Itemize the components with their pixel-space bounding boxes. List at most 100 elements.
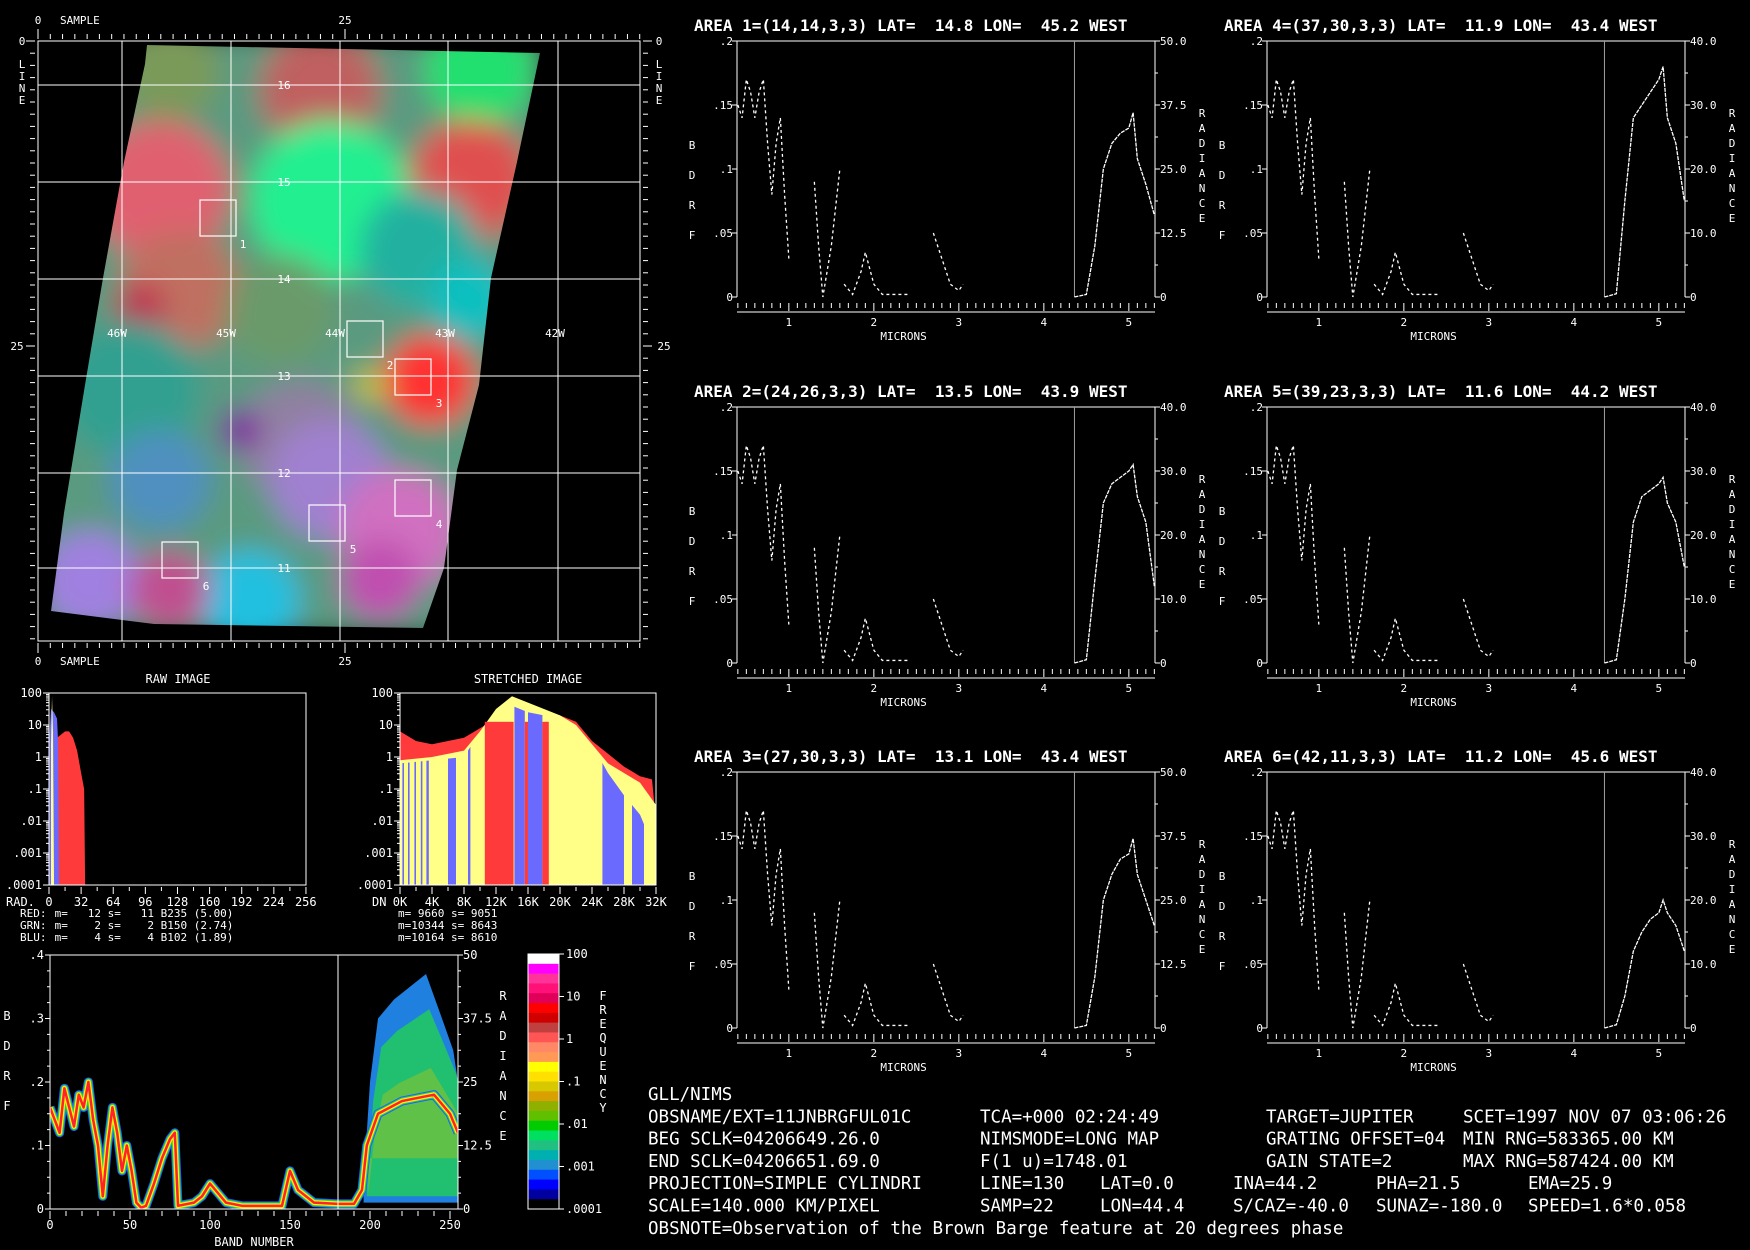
micron-tick-label: 3 — [1486, 682, 1493, 695]
micron-tick-label: 1 — [786, 316, 793, 329]
bdrf-spectrum — [843, 252, 908, 296]
micron-tick-label: 2 — [1401, 1047, 1408, 1060]
radiance-axis-letter: I — [1729, 152, 1736, 165]
radiance-axis-letter: A — [1729, 853, 1736, 866]
y2-axis-letter: C — [499, 1109, 506, 1123]
radiance-axis-letter: N — [1729, 182, 1736, 195]
panel-title: AREA 6=(42,11,3,3) LAT= 11.2 LON= 45.6 W… — [1224, 747, 1657, 766]
line-axis-zero: 0 — [19, 35, 26, 48]
red-stripe — [542, 721, 549, 885]
info-field: LINE=130 — [980, 1174, 1064, 1194]
radiance-axis-letter: E — [1199, 212, 1206, 225]
radiance-axis-letter: D — [1199, 137, 1206, 150]
colorbar-swatch — [528, 1071, 559, 1082]
map-color-blob — [425, 45, 535, 125]
bdrf-tick-label: .05 — [713, 958, 733, 971]
x-tick-label: 24K — [581, 895, 603, 909]
blue-stripe — [408, 694, 410, 885]
bdrf-tick-label: .15 — [713, 99, 733, 112]
info-field: EMA=25.9 — [1528, 1174, 1612, 1194]
micron-axis-title: MICRONS — [880, 696, 926, 709]
bdrf-tick-label: .1 — [720, 529, 733, 542]
colorbar-swatch — [528, 1022, 559, 1033]
colorbar-swatch — [528, 1061, 559, 1073]
colorbar-swatch — [528, 1199, 559, 1210]
bdrf-axis-letter: R — [689, 565, 696, 578]
colorbar-swatch — [528, 1101, 559, 1112]
bdrf-spectrum — [737, 79, 790, 259]
info-field: NIMSMODE=LONG MAP — [980, 1130, 1159, 1150]
latitude-label: 14 — [277, 273, 291, 286]
map-color-blob — [220, 410, 260, 450]
bdrf-axis-letter: B — [1219, 870, 1226, 883]
radiance-tick-label: 37.5 — [1160, 99, 1187, 112]
x-tick-label: 200 — [359, 1218, 381, 1232]
micron-tick-label: 5 — [1126, 1047, 1133, 1060]
radiance-axis-letter: E — [1199, 943, 1206, 956]
micron-tick-label: 4 — [1041, 682, 1048, 695]
micron-tick-label: 3 — [1486, 1047, 1493, 1060]
radiance-axis-letter: R — [1199, 473, 1206, 486]
micron-tick-label: 2 — [871, 316, 878, 329]
bdrf-spectrum — [932, 963, 964, 1023]
bdrf-axis-letter: R — [1219, 930, 1226, 943]
radiance-axis-letter: E — [1729, 212, 1736, 225]
x-tick-label: 250 — [439, 1218, 461, 1232]
y2-tick-label: 0 — [463, 1202, 470, 1216]
map-image-panel: 16151413121146W 45W 44W 43W 42W1234560 SAMPLE… — [10, 14, 670, 668]
radiance-axis-letter: C — [1729, 928, 1736, 941]
bdrf-spectrum — [1373, 983, 1438, 1027]
micron-tick-label: 2 — [1401, 682, 1408, 695]
radiance-axis-letter: E — [1729, 943, 1736, 956]
map-color-blob — [120, 45, 220, 120]
frequency-axis-letter: Q — [599, 1031, 606, 1045]
y-tick-label: .0001 — [6, 878, 42, 892]
frequency-axis-letter: E — [599, 1017, 606, 1031]
radiance-tick-label: 30.0 — [1690, 99, 1717, 112]
x-tick-label: 150 — [279, 1218, 301, 1232]
micron-tick-label: 2 — [871, 682, 878, 695]
radiance-axis-letter: C — [1199, 197, 1206, 210]
radiance-axis-letter: R — [1199, 838, 1206, 851]
frequency-colorbar: 100101.1.01.001.0001FREQUENCY — [527, 947, 607, 1216]
bdrf-spectrum — [1343, 899, 1371, 1029]
radiance-tick-label: 40.0 — [1160, 401, 1187, 414]
area-box-label: 1 — [240, 238, 247, 251]
y2-tick-label: 37.5 — [463, 1012, 492, 1026]
bdrf-tick-label: .15 — [1243, 99, 1263, 112]
bdrf-tick-label: .2 — [720, 401, 733, 414]
radiance-tick-label: 25.0 — [1160, 894, 1187, 907]
blue-stripe — [448, 694, 456, 885]
spectrum-panel-area-3: AREA 3=(27,30,3,3) LAT= 13.1 LON= 43.4 W… — [689, 747, 1206, 1074]
bdrf-axis-letter: D — [689, 535, 696, 548]
micron-tick-label: 5 — [1656, 682, 1663, 695]
blue-stripe — [426, 694, 429, 885]
radiance-tick-label: 50.0 — [1160, 766, 1187, 779]
bdrf-spectrum — [737, 445, 790, 625]
blue-stripe — [402, 694, 404, 885]
micron-tick-label: 5 — [1126, 682, 1133, 695]
info-field: SPEED=1.6*0.058 — [1528, 1197, 1686, 1217]
bdrf-axis-letter: B — [689, 870, 696, 883]
area-box-label: 6 — [203, 580, 210, 593]
y2-axis-letter: D — [499, 1029, 506, 1043]
radiance-axis-letter: A — [1729, 122, 1736, 135]
x-axis-title: BAND NUMBER — [214, 1235, 294, 1249]
micron-tick-label: 1 — [786, 682, 793, 695]
latitude-label: 15 — [277, 176, 290, 189]
panel-title: AREA 1=(14,14,3,3) LAT= 14.8 LON= 45.2 W… — [694, 16, 1127, 35]
radiance-axis-letter: A — [1729, 488, 1736, 501]
bdrf-tick-label: 0 — [1256, 657, 1263, 670]
info-field: LAT=0.0 — [1100, 1174, 1174, 1194]
radiance-spectrum — [1604, 66, 1685, 298]
y2-axis-letter: I — [499, 1049, 506, 1063]
bdrf-tick-label: 0 — [726, 657, 733, 670]
info-field: TCA=+000 02:24:49 — [980, 1107, 1159, 1127]
map-color-blob — [225, 255, 335, 365]
histogram-title: RAW IMAGE — [145, 672, 210, 686]
y-tick-label: .0001 — [357, 878, 393, 892]
bdrf-spectrum — [1462, 963, 1494, 1023]
x-tick-label: 20K — [549, 895, 571, 909]
micron-tick-label: 5 — [1656, 1047, 1663, 1060]
longitude-label: 42W — [545, 327, 565, 340]
